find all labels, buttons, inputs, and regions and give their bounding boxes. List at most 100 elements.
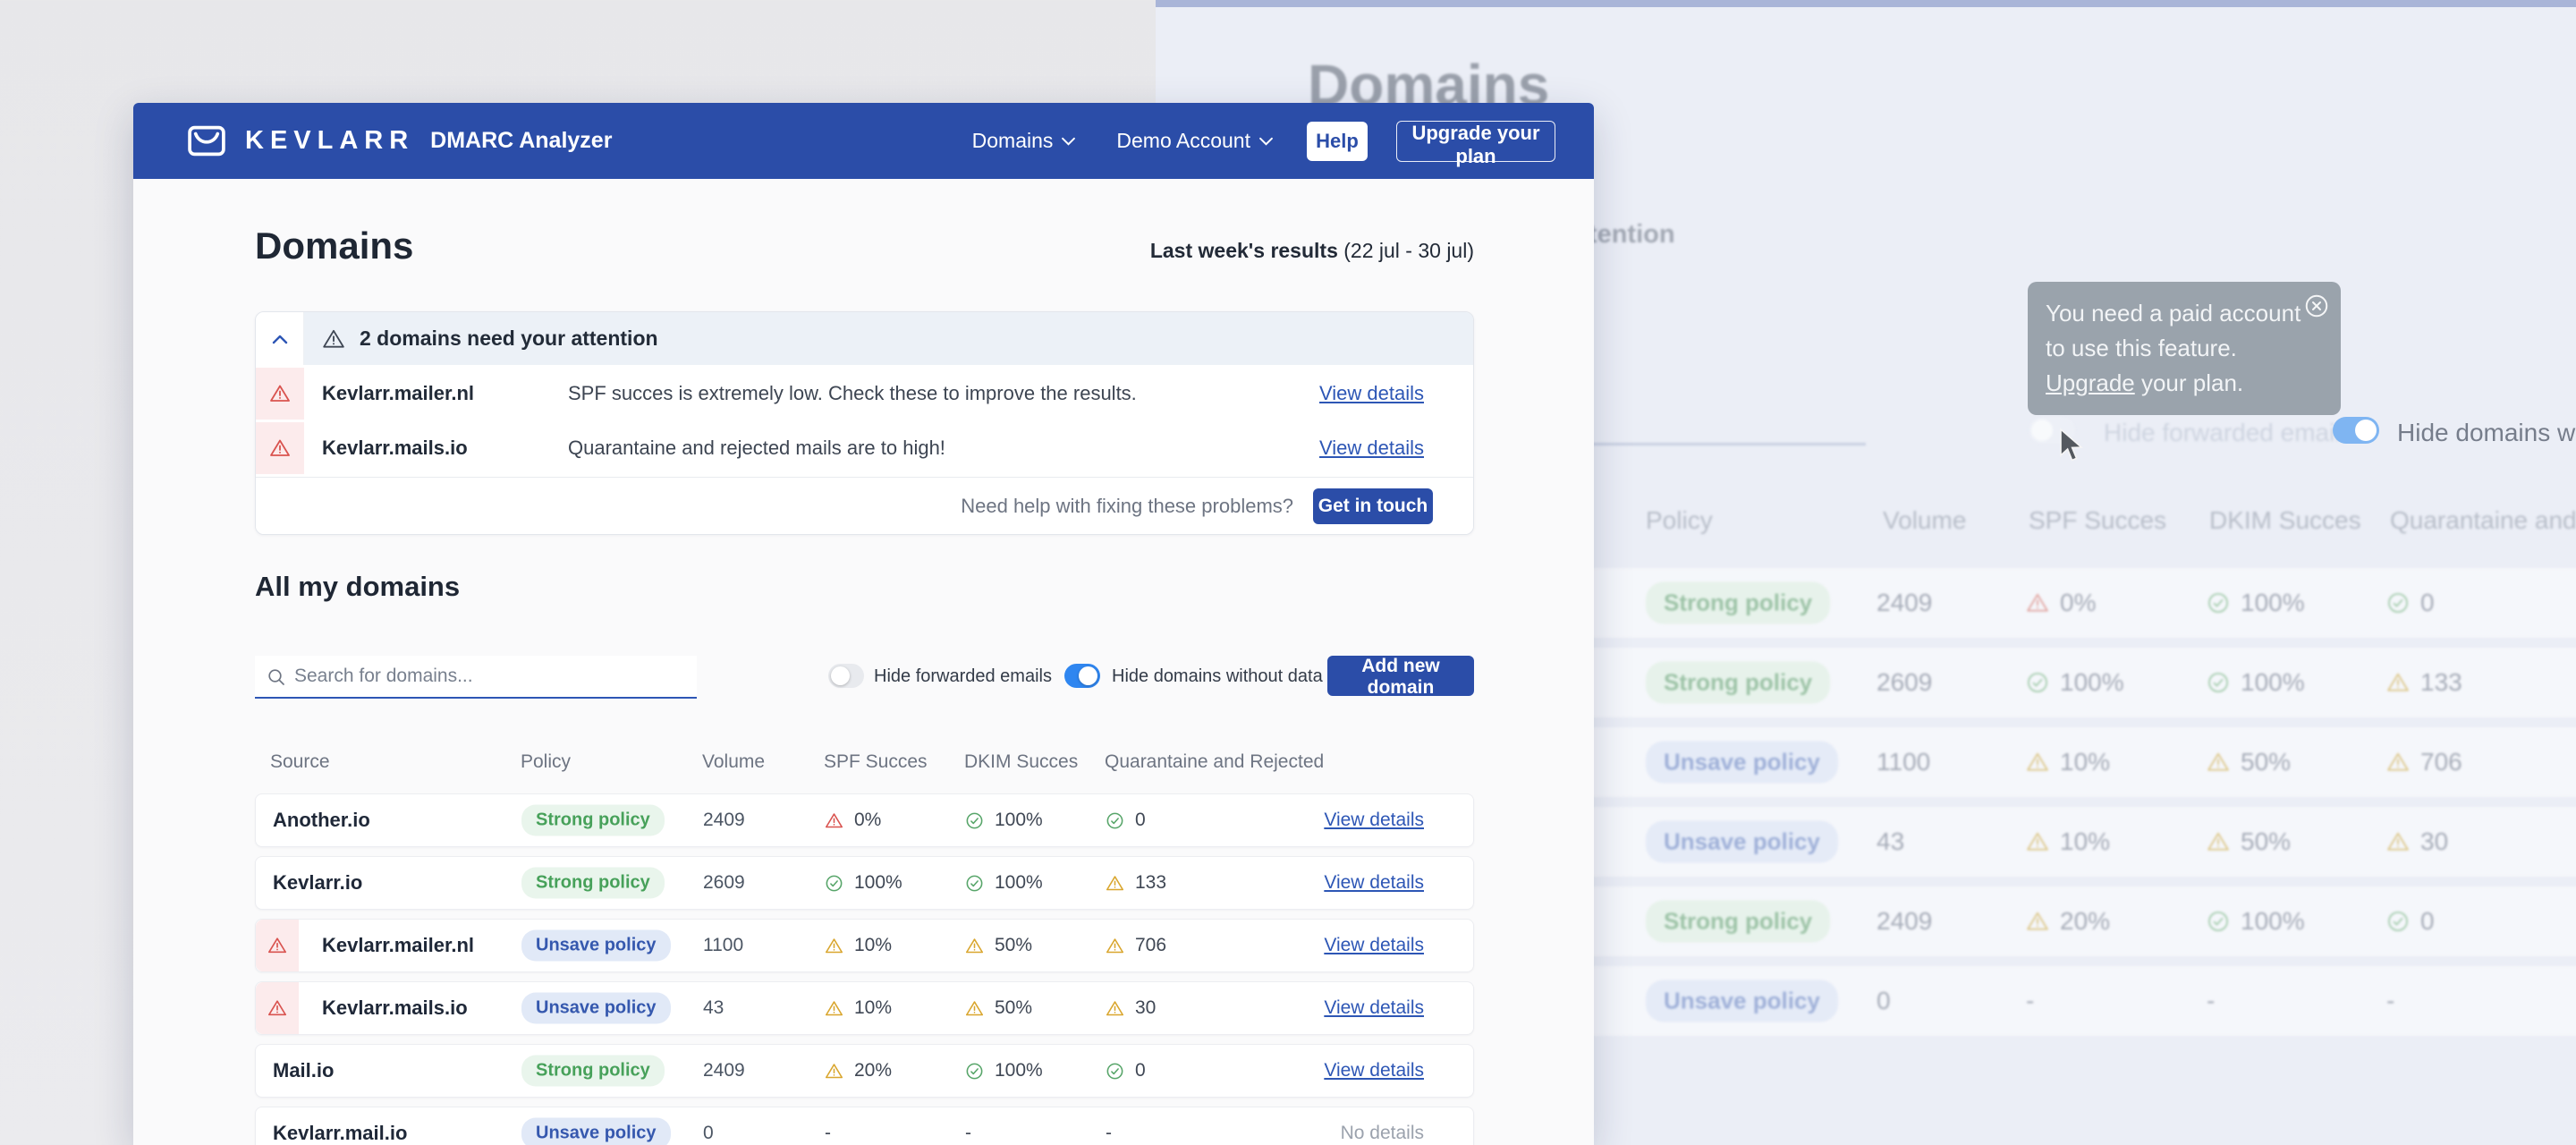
dkim-success-value: 50% xyxy=(965,997,1032,1019)
column-header-policy: Policy xyxy=(521,751,571,773)
quarantine-rejected-value-text: 706 xyxy=(1135,935,1166,956)
policy-badge: Strong policy xyxy=(521,1056,665,1087)
view-details-link[interactable]: View details xyxy=(1324,810,1424,831)
quarantine-rejected-value-text: 0 xyxy=(1135,1060,1146,1081)
add-domain-button[interactable]: Add new domain xyxy=(1327,656,1474,696)
policy-cell: Strong policy xyxy=(521,868,665,899)
quarantine-rejected-value: 0 xyxy=(1106,1060,1146,1081)
help-prompt-text: Need help with fixing these problems? xyxy=(961,495,1293,518)
volume-value-text: 2609 xyxy=(703,872,745,894)
no-details-label: No details xyxy=(1341,1123,1424,1144)
spf-success-value: - xyxy=(825,1123,831,1144)
help-button[interactable]: Help xyxy=(1307,122,1368,161)
warning-triangle-icon xyxy=(965,999,984,1018)
policy-badge: Strong policy xyxy=(521,868,665,899)
quarantine-rejected-value-text: - xyxy=(1106,1123,1112,1144)
quarantine-rejected-value: 133 xyxy=(1106,872,1166,894)
tooltip-text: You need a paid account to use this feat… xyxy=(2046,300,2301,361)
volume-value-text: 1100 xyxy=(703,935,743,956)
kevlarr-logo-icon xyxy=(188,125,225,157)
get-in-touch-button[interactable]: Get in touch xyxy=(1313,488,1433,524)
volume-value: 2409 xyxy=(703,1060,745,1081)
alert-domain-name: Kevlarr.mailer.nl xyxy=(322,382,474,405)
check-circle-icon xyxy=(965,1062,984,1081)
warning-triangle-icon xyxy=(965,937,984,955)
check-circle-icon xyxy=(965,874,984,893)
view-details-link[interactable]: View details xyxy=(1324,1060,1424,1081)
quarantine-rejected-value-text: 0 xyxy=(1135,810,1146,831)
attention-panel-title: 2 domains need your attention xyxy=(360,327,658,351)
nav-menu-domains[interactable]: Domains xyxy=(972,129,1076,153)
spf-success-value-text: 100% xyxy=(854,872,902,894)
nav-menu-domains-label: Domains xyxy=(972,129,1054,153)
policy-cell: Unsave policy xyxy=(521,1118,671,1145)
warning-triangle-icon xyxy=(825,811,843,830)
toggle-hide-forwarded-label: Hide forwarded emails xyxy=(874,666,1052,687)
domain-name: Another.io xyxy=(273,809,370,832)
spf-success-value-text: 10% xyxy=(854,935,892,956)
spf-success-value: 10% xyxy=(825,997,892,1019)
search-icon xyxy=(267,668,285,686)
table-row: Kevlarr.mailer.nlUnsave policy110010%50%… xyxy=(255,919,1474,972)
quarantine-rejected-value: - xyxy=(1106,1123,1112,1144)
volume-value-text: 43 xyxy=(703,997,724,1019)
view-details-link[interactable]: View details xyxy=(1324,997,1424,1019)
view-details-link[interactable]: View details xyxy=(1319,382,1424,405)
warning-triangle-icon xyxy=(1106,999,1124,1018)
policy-badge: Strong policy xyxy=(521,805,665,836)
attention-row: Kevlarr.mails.ioQuarantaine and rejected… xyxy=(256,422,1473,474)
warning-triangle-icon xyxy=(267,998,287,1018)
spf-success-value-text: 0% xyxy=(854,810,881,831)
collapse-panel-button[interactable] xyxy=(256,312,304,365)
app-window: KEVLARR DMARC Analyzer Domains Demo Acco… xyxy=(133,103,1594,1145)
toggle-hide-forwarded[interactable] xyxy=(828,664,864,688)
policy-cell: Unsave policy xyxy=(521,930,671,962)
tooltip-text-suffix: your plan. xyxy=(2141,369,2243,396)
toggle-knob xyxy=(1079,666,1097,685)
spf-success-value: 100% xyxy=(825,872,902,894)
warning-triangle-icon xyxy=(1106,874,1124,893)
tooltip-upgrade-link[interactable]: Upgrade xyxy=(2046,369,2135,396)
attention-panel-footer: Need help with fixing these problems? Ge… xyxy=(256,477,1473,534)
check-circle-icon xyxy=(965,811,984,830)
upgrade-plan-button[interactable]: Upgrade your plan xyxy=(1396,121,1555,162)
toggle-hide-no-data[interactable] xyxy=(1064,664,1100,688)
search-input[interactable] xyxy=(294,656,688,697)
dkim-success-value: 50% xyxy=(965,935,1032,956)
view-details-link[interactable]: View details xyxy=(1319,437,1424,460)
top-navbar: KEVLARR DMARC Analyzer Domains Demo Acco… xyxy=(133,103,1594,179)
nav-menu-account[interactable]: Demo Account xyxy=(1116,129,1273,153)
view-details-link[interactable]: View details xyxy=(1324,872,1424,894)
policy-cell: Strong policy xyxy=(521,805,665,836)
page-title: Domains xyxy=(255,225,413,267)
chevron-down-icon xyxy=(1062,137,1075,146)
alert-domain-name: Kevlarr.mails.io xyxy=(322,437,468,460)
warning-triangle-icon xyxy=(267,936,287,955)
brand-name: KEVLARR xyxy=(245,126,414,156)
toggle-hide-no-data-label: Hide domains without data xyxy=(1112,666,1323,687)
chevron-up-icon xyxy=(270,333,290,345)
table-row: Kevlarr.ioStrong policy2609100%100%133Vi… xyxy=(255,856,1474,910)
dkim-success-value-text: 50% xyxy=(995,997,1032,1019)
navbar-right-cluster: Domains Demo Account Help Upgrade your p… xyxy=(972,103,1555,179)
warning-triangle-icon xyxy=(269,383,291,404)
upgrade-tooltip: You need a paid account to use this feat… xyxy=(2028,282,2341,415)
row-alert-strip xyxy=(256,368,304,420)
background-toggle-hide-no-data[interactable] xyxy=(2333,417,2379,444)
dkim-success-value: 100% xyxy=(965,810,1043,831)
warning-triangle-icon xyxy=(269,437,291,459)
desktop: { "navbar": { "brand": "KEVLARR", "produ… xyxy=(0,0,2576,1145)
warning-triangle-icon xyxy=(1106,937,1124,955)
table-row: Kevlarr.mails.ioUnsave policy4310%50%30V… xyxy=(255,981,1474,1035)
spf-success-value-text: 10% xyxy=(854,997,892,1019)
row-alert-strip xyxy=(256,422,304,474)
all-domains-title: All my domains xyxy=(255,571,460,603)
spf-success-value-text: 20% xyxy=(854,1060,892,1081)
tooltip-close-icon[interactable] xyxy=(2303,293,2330,319)
nav-menu-account-label: Demo Account xyxy=(1116,129,1250,153)
view-details-link[interactable]: View details xyxy=(1324,935,1424,956)
row-alert-strip xyxy=(256,920,299,971)
policy-badge: Unsave policy xyxy=(521,1118,671,1145)
table-row: Mail.ioStrong policy240920%100%0View det… xyxy=(255,1044,1474,1098)
results-range: (22 jul - 30 jul) xyxy=(1343,239,1474,262)
